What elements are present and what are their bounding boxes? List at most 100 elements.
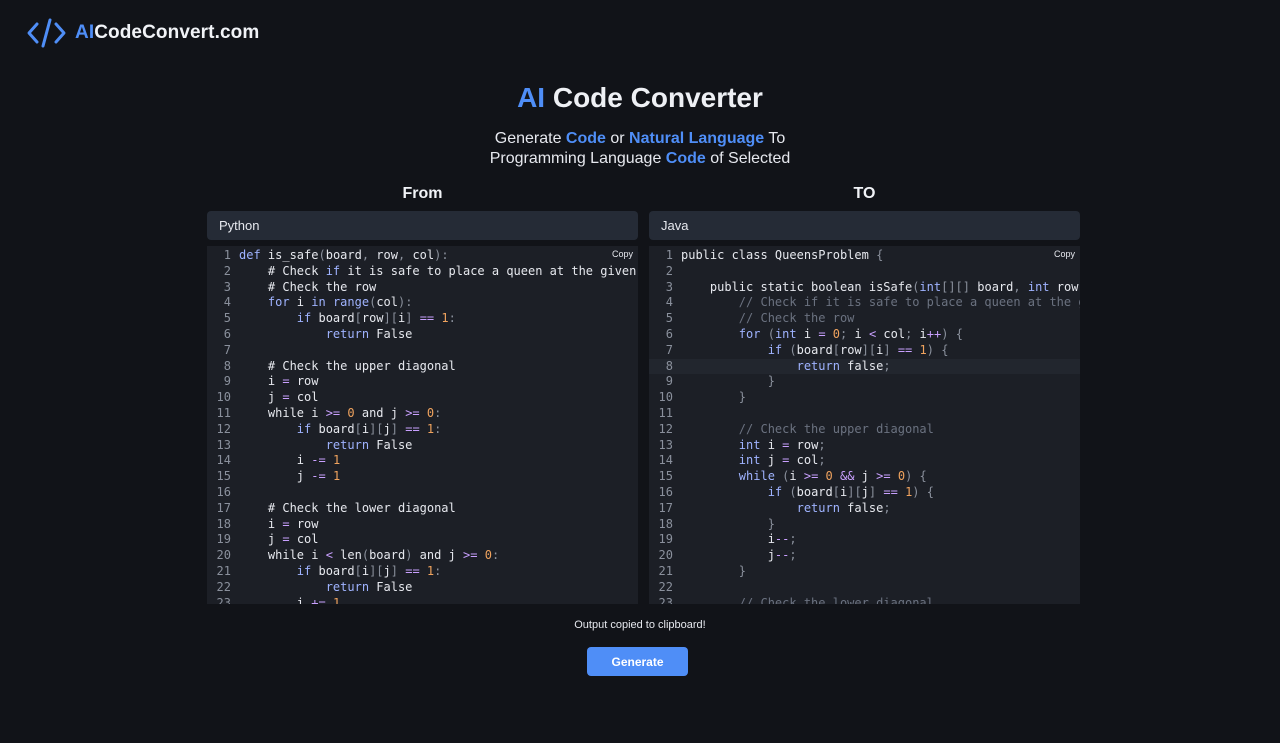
code-token: ( [789,484,797,499]
line-number: 20 [658,548,673,563]
source-code[interactable]: 1 def is_safe(board, row, col): 2 # Check… [207,246,638,604]
code-token: = [282,390,290,405]
code-token: == [883,484,898,499]
code-line: 4 for i in range(col): [207,295,638,311]
code-text: if board[row][i] == 1: [239,311,456,327]
line-number: 6 [665,326,673,341]
code-token: i [847,326,869,341]
gutter-gap [673,390,681,406]
code-token: i [760,437,783,452]
generate-button[interactable]: Generate [587,647,688,676]
gutter-gap [673,295,681,311]
gutter-gap [231,280,239,296]
code-token: == [405,563,420,578]
gutter-gap [231,343,239,359]
code-line: 1 public class QueensProblem { [649,248,1080,264]
code-token: ++ [926,326,942,341]
code-token: < [325,548,333,563]
code-token: ][ [383,311,398,326]
gutter-gap [231,264,239,280]
code-text: } [681,390,746,406]
code-token: board [311,311,355,326]
code-text: i--; [681,532,797,548]
gutter-gap [673,469,681,485]
code-token: if [239,563,312,578]
copy-source-button[interactable]: Copy [609,248,635,260]
target-code[interactable]: 1 public class QueensProblem {2 3 public… [649,246,1080,604]
line-number: 10 [658,390,673,405]
code-token: i [289,295,312,310]
target-language-select[interactable]: Java [649,211,1080,240]
code-line: 22 return False [207,580,638,596]
code-token: j [383,563,391,578]
line-number: 16 [216,484,231,499]
gutter-gap [231,517,239,533]
code-token: i [789,469,804,484]
code-token: false [839,500,884,515]
code-token: } [681,516,775,531]
code-token: } [681,374,775,389]
code-text: public static boolean isSafe(int[][] boa… [681,280,1080,296]
line-number: 2 [665,263,673,278]
line-number: 10 [216,390,231,405]
gutter-gap [673,406,681,422]
code-token: [ [832,484,840,499]
code-text: return False [239,327,413,343]
code-token: ( [789,342,797,357]
line-number: 11 [658,405,673,420]
code-token: = [282,516,290,531]
code-token: and j [412,548,464,563]
code-line: 19 i--; [649,532,1080,548]
line-number: 12 [216,421,231,436]
code-text: } [681,564,746,580]
gutter-gap [673,596,681,604]
code-token: >= [405,405,420,420]
line-number: 1 [223,248,231,262]
code-token: board [325,248,362,262]
source-code-editor[interactable]: 1 def is_safe(board, row, col): 2 # Check… [207,246,638,604]
gutter-gap [231,580,239,596]
gutter-gap [231,295,239,311]
code-token: : [434,421,442,436]
code-token: # Check the upper diagonal [239,358,456,373]
line-number: 5 [665,311,673,326]
code-token: for [681,326,761,341]
copy-output-button[interactable]: Copy [1051,248,1077,260]
code-token: row [789,437,819,452]
code-token: row [1049,279,1079,294]
code-token: ][ [369,421,384,436]
code-token: 0 [347,405,355,420]
code-line: 12 if board[i][j] == 1: [207,422,638,438]
code-token: += [311,595,326,604]
code-token: [ [354,311,362,326]
code-token: 1 [441,311,449,326]
code-token: [ [354,563,362,578]
code-line: 20 while i < len(board) and j >= 0: [207,548,638,564]
source-language-select[interactable]: Python [207,211,638,240]
code-line: 11 while i >= 0 and j >= 0: [207,406,638,422]
code-token: while i [239,548,326,563]
code-line: 3 public static boolean isSafe(int[][] b… [649,280,1080,296]
from-heading: From [402,185,443,202]
site-logo[interactable]: AICodeConvert.com [26,17,259,49]
code-token: i [239,374,283,389]
code-token: j [854,469,877,484]
gutter-gap [231,501,239,517]
target-code-editor[interactable]: 1 public class QueensProblem {2 3 public… [649,246,1080,604]
line-number: 15 [658,469,673,484]
code-token: ; [789,548,797,563]
code-token: // Check the upper diagonal [681,421,934,436]
gutter-gap [231,485,239,501]
code-token: board [970,279,1014,294]
code-text: j -= 1 [239,469,340,485]
code-line: 2 # Check if it is safe to place a queen… [207,264,638,280]
line-number: 9 [223,374,231,389]
code-token: { [919,469,927,484]
code-line: 2 [649,264,1080,280]
code-line: 6 return False [207,327,638,343]
